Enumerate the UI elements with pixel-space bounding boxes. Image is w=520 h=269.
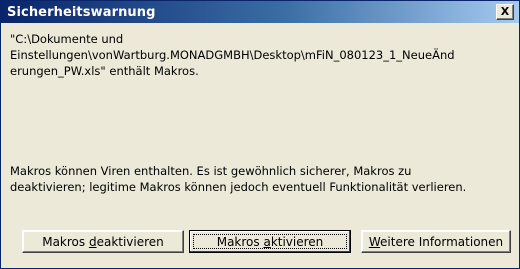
macro-virus-warning: Makros können Viren enthalten. Es ist ge… [10, 164, 467, 194]
close-button[interactable]: X [496, 4, 514, 20]
info-accel: W [368, 235, 381, 249]
window-title: Sicherheitswarnung [7, 5, 156, 20]
title-bar[interactable]: Sicherheitswarnung X [1, 1, 519, 23]
macro-file-message: "C:\Dokumente und Einstellungen\vonWartb… [10, 32, 455, 78]
security-warning-dialog: Sicherheitswarnung X "C:\Dokumente und E… [0, 0, 520, 269]
deactivate-label-pre: Makros [42, 235, 89, 249]
focus-rectangle [193, 234, 347, 249]
deactivate-macros-button[interactable]: Makros deaktivieren [22, 230, 184, 253]
deactivate-accel: d [88, 235, 97, 249]
activate-macros-button[interactable]: Makros aktivieren [189, 230, 351, 253]
info-label-post: eitere Informationen [380, 235, 504, 249]
deactivate-label-post: eaktivieren [96, 235, 164, 249]
more-info-button[interactable]: Weitere Informationen [361, 230, 511, 253]
close-icon: X [500, 5, 510, 18]
